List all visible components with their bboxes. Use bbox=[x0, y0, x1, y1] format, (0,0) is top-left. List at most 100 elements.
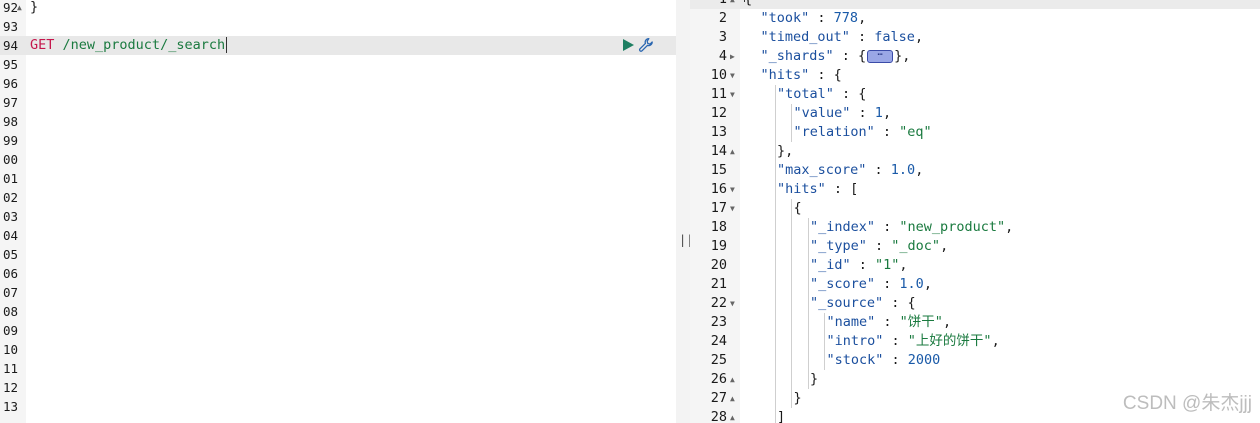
fold-down-icon[interactable]: ▼ bbox=[730, 66, 735, 85]
json-code: "_type" : "_doc", bbox=[810, 237, 948, 256]
json-punctuation: { bbox=[744, 0, 752, 7]
line-number: 21 bbox=[710, 276, 727, 292]
json-punctuation: }, bbox=[894, 48, 911, 64]
request-line[interactable]: 01 bbox=[0, 169, 676, 188]
json-punctuation: , bbox=[991, 333, 1000, 349]
json-string: "1" bbox=[875, 257, 900, 273]
play-icon[interactable] bbox=[621, 38, 635, 52]
request-line[interactable]: 11 bbox=[0, 359, 676, 378]
line-number: 1 bbox=[690, 0, 727, 9]
request-line[interactable]: 99 bbox=[0, 131, 676, 150]
response-line: 11 ▼ "total" : { bbox=[690, 85, 1260, 104]
json-code: "_shards" : {⋯}, bbox=[761, 47, 911, 66]
line-number: 10 bbox=[2, 342, 18, 357]
json-punctuation: ] bbox=[777, 409, 786, 423]
request-line[interactable]: 93 bbox=[0, 17, 676, 36]
fold-down-icon[interactable]: ▼ bbox=[730, 85, 735, 104]
json-code: "timed_out" : false, bbox=[761, 28, 924, 47]
request-line[interactable]: 97 bbox=[0, 93, 676, 112]
text-cursor bbox=[226, 37, 228, 53]
request-line[interactable]: 05 bbox=[0, 245, 676, 264]
request-line[interactable]: 06 bbox=[0, 264, 676, 283]
json-key: "_source" bbox=[810, 295, 884, 311]
response-line: 24 "intro" : "上好的饼干", bbox=[690, 332, 1260, 351]
line-number: 03 bbox=[2, 209, 18, 224]
request-line[interactable]: 10 bbox=[0, 340, 676, 359]
response-line: 12 "value" : 1, bbox=[690, 104, 1260, 123]
fold-down-icon[interactable]: ▼ bbox=[730, 199, 735, 218]
request-line[interactable]: 03 bbox=[0, 207, 676, 226]
fold-right-icon[interactable]: ▶ bbox=[730, 47, 735, 66]
fold-down-icon[interactable]: ▼ bbox=[730, 180, 735, 199]
json-punctuation: , bbox=[899, 257, 908, 273]
line-number: 23 bbox=[710, 314, 727, 330]
indent-guide bbox=[774, 313, 776, 332]
json-number: 2000 bbox=[907, 352, 941, 368]
json-code: "_id" : "1", bbox=[810, 256, 908, 275]
resize-handle-icon[interactable]: || bbox=[679, 233, 693, 247]
fold-up-icon[interactable]: ▲ bbox=[730, 142, 735, 161]
fold-up-icon[interactable]: ▲ bbox=[730, 389, 735, 408]
json-punctuation: , bbox=[923, 276, 932, 292]
fold-up-icon[interactable]: ▲ bbox=[17, 0, 22, 17]
json-number: 1.0 bbox=[890, 162, 916, 178]
fold-down-icon[interactable]: ▼ bbox=[730, 294, 735, 313]
request-line[interactable]: 09 bbox=[0, 321, 676, 340]
response-line: 20 "_id" : "1", bbox=[690, 256, 1260, 275]
request-line[interactable]: 02 bbox=[0, 188, 676, 207]
json-punctuation: : { bbox=[883, 295, 916, 311]
fold-up-icon[interactable]: ▲ bbox=[730, 0, 735, 9]
request-line[interactable]: 96 bbox=[0, 74, 676, 93]
json-punctuation: : bbox=[850, 105, 875, 121]
indent-guide bbox=[791, 104, 792, 123]
fold-up-icon[interactable]: ▲ bbox=[730, 370, 735, 389]
pane-resize-divider[interactable]: || bbox=[676, 0, 693, 423]
indent-guide bbox=[774, 370, 776, 389]
indent-guide bbox=[807, 237, 809, 256]
line-number: 13 bbox=[2, 399, 18, 414]
response-viewer[interactable]: 1▲{2"took" : 778,3"timed_out" : false,4▶… bbox=[690, 0, 1260, 423]
json-key: "_index" bbox=[810, 219, 876, 235]
collapsed-object-badge[interactable]: ⋯ bbox=[867, 49, 894, 63]
line-number: 95 bbox=[2, 57, 18, 72]
response-line: 10 ▼ "hits" : { bbox=[690, 66, 1260, 85]
request-line[interactable]: 12 bbox=[0, 378, 676, 397]
line-number: 09 bbox=[2, 323, 18, 338]
request-editor[interactable]: 92 ▲} 93 94 GET /new_product/_search 95 96 97 98… bbox=[0, 0, 676, 423]
indent-guide bbox=[807, 351, 809, 370]
wrench-icon[interactable] bbox=[638, 37, 654, 53]
indent-guide bbox=[774, 161, 776, 180]
json-code: } bbox=[810, 370, 818, 389]
json-punctuation: : bbox=[809, 10, 834, 26]
json-punctuation: : bbox=[849, 29, 875, 45]
indent-guide bbox=[791, 123, 792, 142]
request-line-active[interactable]: 94 GET /new_product/_search bbox=[0, 36, 676, 55]
indent-guide bbox=[774, 199, 776, 218]
code-text: GET /new_product/_search bbox=[30, 36, 228, 55]
json-code: "name" : "饼干", bbox=[827, 313, 952, 332]
json-code: ] bbox=[777, 408, 785, 423]
json-string: "_doc" bbox=[891, 238, 941, 254]
json-punctuation: , bbox=[942, 314, 952, 330]
indent-guide bbox=[774, 256, 776, 275]
json-punctuation: : bbox=[874, 124, 900, 140]
request-line[interactable]: 08 bbox=[0, 302, 676, 321]
json-punctuation: } bbox=[793, 390, 802, 406]
json-string: "new_product" bbox=[899, 219, 1006, 235]
json-code: "intro" : "上好的饼干", bbox=[827, 332, 1000, 351]
json-punctuation: , bbox=[940, 238, 949, 254]
request-line[interactable]: 98 bbox=[0, 112, 676, 131]
request-line[interactable]: 92 ▲} bbox=[0, 0, 676, 17]
indent-guide bbox=[807, 294, 809, 313]
fold-up-icon[interactable]: ▲ bbox=[730, 408, 735, 423]
json-key: "relation" bbox=[793, 124, 875, 140]
line-number: 13 bbox=[710, 124, 727, 140]
json-punctuation: , bbox=[914, 29, 924, 45]
request-line[interactable]: 13 bbox=[0, 397, 676, 416]
request-line[interactable]: 00 bbox=[0, 150, 676, 169]
request-line[interactable]: 95 bbox=[0, 55, 676, 74]
request-line[interactable]: 04 bbox=[0, 226, 676, 245]
json-punctuation: , bbox=[1005, 219, 1014, 235]
line-number: 04 bbox=[2, 228, 18, 243]
request-line[interactable]: 07 bbox=[0, 283, 676, 302]
